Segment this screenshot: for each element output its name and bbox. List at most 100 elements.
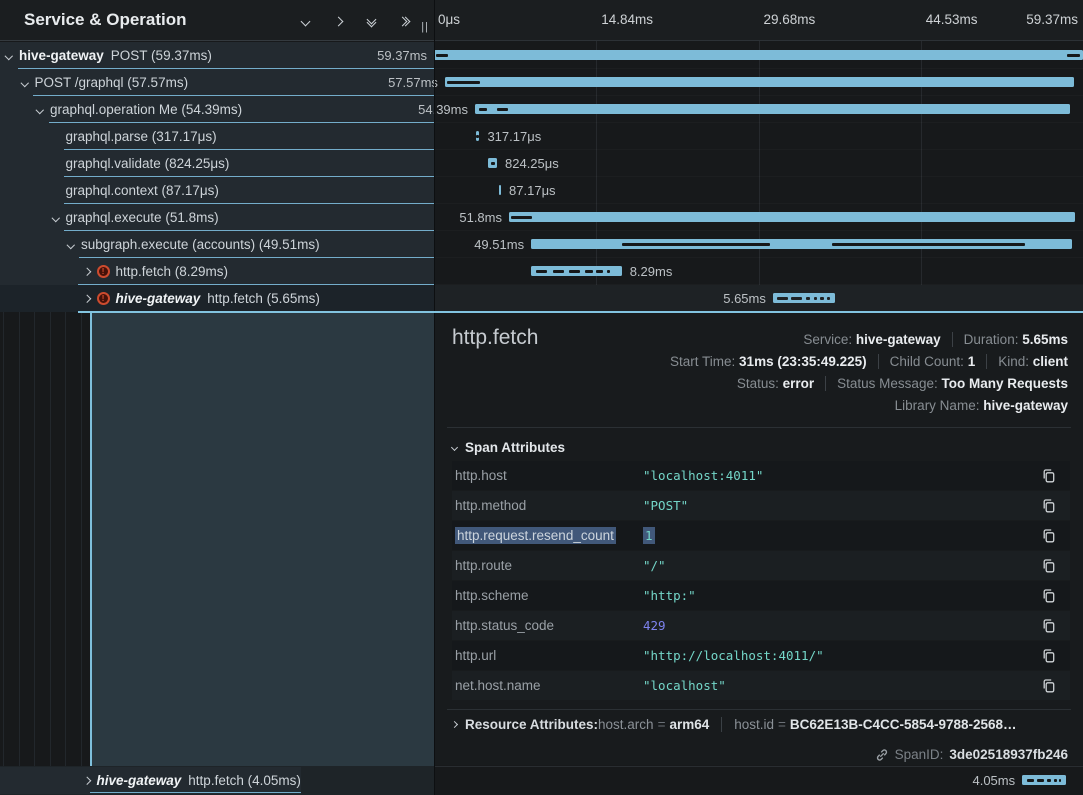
tree-row[interactable]: graphql.context (87.17μs)	[0, 177, 434, 204]
attribute-key[interactable]: http.host	[455, 468, 643, 483]
timeline-span-bar[interactable]	[773, 293, 835, 303]
span-duration-label: 51.8ms	[459, 210, 502, 225]
chevron-down-icon[interactable]	[3, 53, 15, 59]
copy-icon[interactable]	[1041, 558, 1057, 574]
attribute-key[interactable]: http.request.resend_count	[455, 528, 643, 543]
self-time-gap	[832, 243, 1025, 246]
chevron-down-icon[interactable]	[65, 242, 77, 248]
collapse-icon[interactable]	[293, 9, 317, 33]
timeline-span-bar[interactable]	[445, 77, 1074, 87]
timeline-row[interactable]: 4.05ms	[434, 767, 1083, 795]
timeline-row[interactable]: 51.8ms	[434, 204, 1083, 231]
span-meta-item: Service: hive-gateway	[803, 332, 940, 347]
attribute-key[interactable]: http.route	[455, 558, 643, 573]
self-time-gap	[476, 135, 478, 138]
axis-tick-label: 29.68ms	[764, 12, 816, 27]
service-name: hive-gateway	[116, 291, 201, 306]
timeline-span-bar[interactable]	[509, 212, 1075, 222]
timeline-row[interactable]: 87.17μs	[434, 177, 1083, 204]
service-name: hive-gateway	[97, 773, 182, 788]
attribute-value: "http://localhost:4011/"	[643, 648, 824, 663]
copy-icon[interactable]	[1041, 498, 1057, 514]
timeline-span-bar[interactable]	[475, 104, 1070, 114]
attribute-value: "POST"	[643, 498, 688, 513]
span-meta-line: Library Name: hive-gateway	[670, 394, 1068, 416]
copy-icon[interactable]	[1041, 468, 1057, 484]
span-attributes-table: http.host"localhost:4011"http.method"POS…	[452, 461, 1070, 701]
span-label: http.fetch (4.05ms)	[188, 773, 301, 788]
span-label: POST /graphql (57.57ms)	[35, 75, 189, 90]
timeline-row[interactable]: 54.39ms	[434, 96, 1083, 123]
copy-icon[interactable]	[1041, 648, 1057, 664]
tree-row[interactable]: graphql.parse (317.17μs)	[0, 123, 434, 150]
chevron-down-icon[interactable]	[19, 80, 31, 86]
timeline-span-bar[interactable]	[434, 50, 1083, 60]
timeline-row[interactable]: 57.57ms	[434, 69, 1083, 96]
span-label: http.fetch (5.65ms)	[207, 291, 320, 306]
tree-row[interactable]: !hive-gatewayhttp.fetch (5.65ms)	[0, 285, 434, 312]
chevron-right-icon	[451, 721, 458, 728]
timeline-span-bar[interactable]	[1022, 775, 1066, 785]
copy-icon[interactable]	[1041, 588, 1057, 604]
attribute-row: http.method"POST"	[452, 491, 1070, 520]
timeline-span-bar[interactable]	[531, 266, 622, 276]
panel-divider[interactable]	[434, 0, 435, 795]
attribute-key[interactable]: net.host.name	[455, 678, 643, 693]
resource-attributes-row: Resource Attributes: host.arch=arm64host…	[452, 717, 1017, 732]
span-duration-label: 8.29ms	[630, 264, 673, 279]
timeline-row[interactable]: 59.37ms	[434, 42, 1083, 69]
timeline-span-bar[interactable]	[499, 185, 501, 195]
expand-icon[interactable]	[326, 9, 350, 33]
tree-row[interactable]: subgraph.execute (accounts) (49.51ms)	[0, 231, 434, 258]
collapse-all-icon[interactable]	[359, 9, 383, 33]
span-duration-label: 57.57ms	[388, 75, 438, 90]
attribute-key[interactable]: http.url	[455, 648, 643, 663]
span-tree-bottom-row[interactable]: hive-gateway http.fetch (4.05ms)	[0, 766, 434, 795]
chevron-right-icon[interactable]	[81, 778, 93, 784]
copy-icon[interactable]	[1041, 678, 1057, 694]
attribute-row: net.host.name"localhost"	[452, 671, 1070, 700]
attribute-key[interactable]: http.method	[455, 498, 643, 513]
resource-attributes-title: Resource Attributes:	[465, 717, 598, 732]
span-label: POST (59.37ms)	[111, 48, 212, 63]
copy-icon[interactable]	[1041, 528, 1057, 544]
tree-row[interactable]: POST /graphql (57.57ms)	[0, 69, 434, 96]
attribute-key[interactable]: http.scheme	[455, 588, 643, 603]
timeline-span-bar[interactable]	[488, 158, 497, 168]
trace-viewer: Service & Operation || 0μs14.84ms29.68ms…	[0, 0, 1083, 795]
timeline-row[interactable]: 317.17μs	[434, 123, 1083, 150]
span-label: graphql.validate (824.25μs)	[66, 156, 230, 171]
span-duration-label: 54.39ms	[418, 102, 468, 117]
tree-row[interactable]: !http.fetch (8.29ms)	[0, 258, 434, 285]
attribute-key[interactable]: http.status_code	[455, 618, 643, 633]
timeline-span-bar[interactable]	[531, 239, 1072, 249]
span-detail-panel: http.fetch Service: hive-gatewayDuration…	[435, 313, 1083, 765]
chevron-right-icon[interactable]	[81, 269, 93, 275]
span-meta-item: Library Name: hive-gateway	[895, 398, 1068, 413]
self-time-gap	[827, 297, 830, 300]
chevron-down-icon[interactable]	[34, 107, 46, 113]
timeline-row[interactable]: 49.51ms	[434, 231, 1083, 258]
tree-row[interactable]: hive-gatewayPOST (59.37ms)	[0, 42, 434, 69]
timeline-row[interactable]: 8.29ms	[434, 258, 1083, 285]
span-duration-label: 4.05ms	[972, 773, 1015, 788]
self-time-gap	[447, 81, 479, 84]
chevron-right-icon[interactable]	[81, 296, 93, 302]
row-underline	[90, 792, 301, 794]
tree-row[interactable]: graphql.operation Me (54.39ms)	[0, 96, 434, 123]
copy-icon[interactable]	[1041, 618, 1057, 634]
span-label: http.fetch (8.29ms)	[116, 264, 229, 279]
span-label: graphql.context (87.17μs)	[66, 183, 219, 198]
timeline-row[interactable]: 5.65ms	[434, 285, 1083, 312]
tree-row[interactable]: graphql.execute (51.8ms)	[0, 204, 434, 231]
timeline-row[interactable]: 824.25μs	[434, 150, 1083, 177]
panel-resize-handle[interactable]: ||	[421, 21, 429, 33]
tree-row[interactable]: hive-gateway http.fetch (4.05ms)	[0, 767, 301, 794]
timeline-span-bar[interactable]	[476, 131, 479, 141]
self-time-gap	[1067, 54, 1080, 57]
tree-row[interactable]: graphql.validate (824.25μs)	[0, 150, 434, 177]
span-attributes-toggle[interactable]: Span Attributes	[452, 440, 565, 455]
chevron-down-icon[interactable]	[50, 215, 62, 221]
expand-all-icon[interactable]	[392, 9, 416, 33]
resource-attributes-toggle[interactable]: Resource Attributes:	[452, 717, 598, 732]
